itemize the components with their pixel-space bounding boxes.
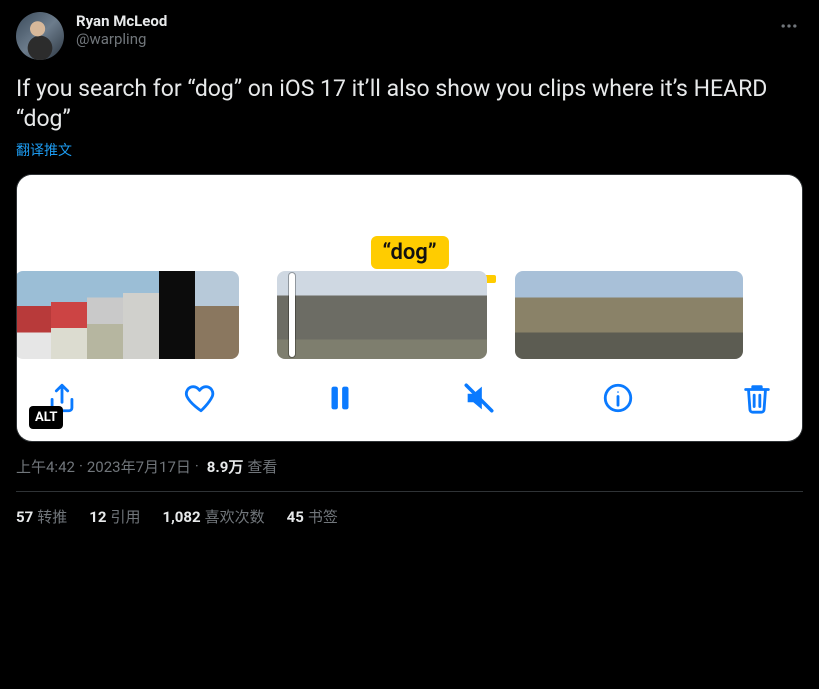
- tweet-text: If you search for “dog” on iOS 17 it’ll …: [16, 74, 803, 134]
- stat-likes[interactable]: 1,082喜欢次数: [162, 506, 264, 527]
- translate-link[interactable]: 翻译推文: [16, 140, 803, 160]
- clip-frame: [51, 271, 87, 359]
- clip-frame: [87, 271, 123, 359]
- clip-frame: [393, 271, 451, 359]
- tweet-time[interactable]: 上午4:42: [16, 456, 75, 477]
- heart-icon[interactable]: [184, 381, 218, 415]
- clip-group[interactable]: [16, 271, 239, 359]
- media-caption-area: “dog”: [17, 175, 802, 271]
- clip-frame: [195, 271, 239, 359]
- clip-frame: [451, 271, 487, 359]
- meta-dot: ·: [79, 457, 83, 475]
- meta-dot: ·: [195, 457, 199, 475]
- stat-bookmarks[interactable]: 45书签: [287, 506, 338, 527]
- tweet: Ryan McLeod @warpling If you search for …: [16, 12, 803, 527]
- playhead[interactable]: [289, 273, 295, 357]
- stat-quotes[interactable]: 12引用: [89, 506, 140, 527]
- clip-group[interactable]: [515, 271, 743, 359]
- pause-icon[interactable]: [323, 381, 357, 415]
- clip-frame: [123, 271, 159, 359]
- caption-pill: “dog”: [370, 236, 448, 269]
- clip-frame: [277, 271, 335, 359]
- clip-frame: [335, 271, 393, 359]
- clip-frame: [159, 271, 195, 359]
- clip-frame: [16, 271, 51, 359]
- clip-frame: [515, 271, 553, 359]
- media-card[interactable]: “dog”: [16, 174, 803, 442]
- media-inner: “dog”: [17, 175, 802, 441]
- tweet-date[interactable]: 2023年7月17日: [87, 456, 191, 477]
- tweet-header: Ryan McLeod @warpling: [16, 12, 803, 60]
- stat-retweets[interactable]: 57转推: [16, 506, 67, 527]
- tweet-stats: 57转推 12引用 1,082喜欢次数 45书签: [16, 492, 803, 527]
- clip-frame: [705, 271, 743, 359]
- avatar[interactable]: [16, 12, 64, 60]
- views-label: 查看: [247, 456, 277, 477]
- author-names[interactable]: Ryan McLeod @warpling: [76, 12, 167, 48]
- views-count: 8.9万: [207, 456, 244, 477]
- clip-frame: [629, 271, 667, 359]
- clip-frame: [667, 271, 705, 359]
- clip-frame: [591, 271, 629, 359]
- more-icon[interactable]: [775, 12, 803, 44]
- media-toolbar: [17, 359, 802, 437]
- mute-icon[interactable]: [462, 381, 496, 415]
- author-display-name: Ryan McLeod: [76, 12, 167, 30]
- clip-frame: [553, 271, 591, 359]
- author-handle: @warpling: [76, 30, 167, 48]
- info-icon[interactable]: [601, 381, 635, 415]
- filmstrip[interactable]: [17, 271, 802, 359]
- clip-group[interactable]: [277, 271, 487, 359]
- trash-icon[interactable]: [740, 381, 774, 415]
- tweet-meta: 上午4:42 · 2023年7月17日 · 8.9万 查看: [16, 456, 803, 477]
- alt-badge[interactable]: ALT: [29, 406, 63, 429]
